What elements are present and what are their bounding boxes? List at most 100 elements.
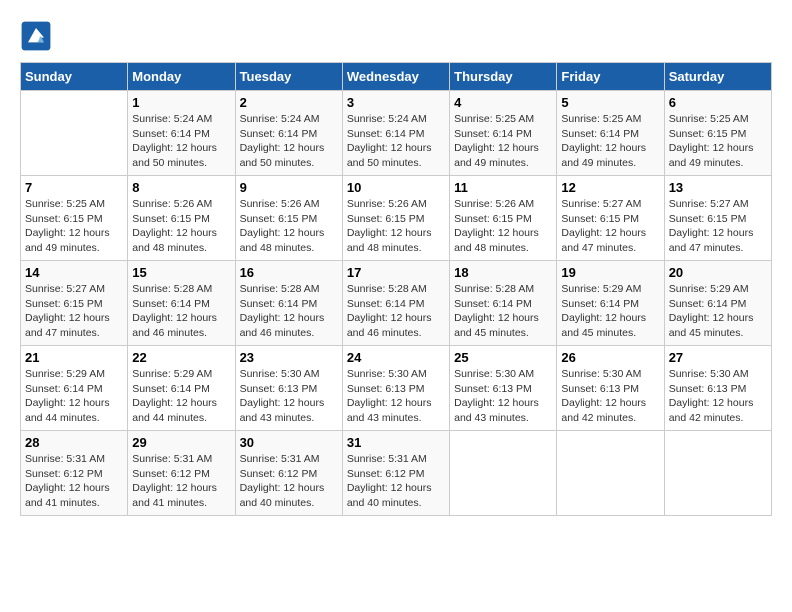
logo-icon (20, 20, 52, 52)
day-info: Sunrise: 5:28 AMSunset: 6:14 PMDaylight:… (240, 282, 338, 341)
day-number: 2 (240, 95, 338, 110)
calendar-cell: 19 Sunrise: 5:29 AMSunset: 6:14 PMDayligh… (557, 261, 664, 346)
day-info: Sunrise: 5:30 AMSunset: 6:13 PMDaylight:… (561, 367, 659, 426)
day-number: 25 (454, 350, 552, 365)
day-number: 9 (240, 180, 338, 195)
page-header (20, 20, 772, 52)
calendar-cell: 8 Sunrise: 5:26 AMSunset: 6:15 PMDaylight… (128, 176, 235, 261)
day-info: Sunrise: 5:30 AMSunset: 6:13 PMDaylight:… (240, 367, 338, 426)
calendar-day-header: Thursday (450, 63, 557, 91)
calendar-day-header: Friday (557, 63, 664, 91)
logo (20, 20, 58, 52)
day-info: Sunrise: 5:26 AMSunset: 6:15 PMDaylight:… (347, 197, 445, 256)
day-number: 5 (561, 95, 659, 110)
day-number: 19 (561, 265, 659, 280)
calendar-header-row: SundayMondayTuesdayWednesdayThursdayFrid… (21, 63, 772, 91)
calendar-cell: 7 Sunrise: 5:25 AMSunset: 6:15 PMDaylight… (21, 176, 128, 261)
calendar-week-row: 7 Sunrise: 5:25 AMSunset: 6:15 PMDaylight… (21, 176, 772, 261)
calendar-cell: 16 Sunrise: 5:28 AMSunset: 6:14 PMDayligh… (235, 261, 342, 346)
calendar-cell: 25 Sunrise: 5:30 AMSunset: 6:13 PMDayligh… (450, 346, 557, 431)
day-info: Sunrise: 5:26 AMSunset: 6:15 PMDaylight:… (132, 197, 230, 256)
calendar-cell: 30Sunrise: 5:31 AMSunset: 6:12 PMDayligh… (235, 431, 342, 516)
day-number: 27 (669, 350, 767, 365)
day-number: 14 (25, 265, 123, 280)
calendar-cell (21, 91, 128, 176)
calendar-cell: 5 Sunrise: 5:25 AMSunset: 6:14 PMDaylight… (557, 91, 664, 176)
day-info: Sunrise: 5:27 AMSunset: 6:15 PMDaylight:… (25, 282, 123, 341)
calendar-cell: 22 Sunrise: 5:29 AMSunset: 6:14 PMDayligh… (128, 346, 235, 431)
calendar-cell (664, 431, 771, 516)
calendar-cell: 6 Sunrise: 5:25 AMSunset: 6:15 PMDaylight… (664, 91, 771, 176)
day-number: 10 (347, 180, 445, 195)
day-number: 22 (132, 350, 230, 365)
calendar-cell: 23 Sunrise: 5:30 AMSunset: 6:13 PMDayligh… (235, 346, 342, 431)
day-number: 6 (669, 95, 767, 110)
day-number: 4 (454, 95, 552, 110)
day-info: Sunrise: 5:25 AMSunset: 6:15 PMDaylight:… (25, 197, 123, 256)
day-info: Sunrise: 5:27 AMSunset: 6:15 PMDaylight:… (561, 197, 659, 256)
day-info: Sunrise: 5:24 AMSunset: 6:14 PMDaylight:… (347, 112, 445, 171)
day-number: 15 (132, 265, 230, 280)
calendar-week-row: 1 Sunrise: 5:24 AMSunset: 6:14 PMDaylight… (21, 91, 772, 176)
day-info: Sunrise: 5:31 AMSunset: 6:12 PMDaylight:… (347, 452, 445, 511)
day-number: 21 (25, 350, 123, 365)
day-info: Sunrise: 5:29 AMSunset: 6:14 PMDaylight:… (561, 282, 659, 341)
day-number: 23 (240, 350, 338, 365)
day-number: 30 (240, 435, 338, 450)
calendar-week-row: 28 Sunrise: 5:31 AMSunset: 6:12 PMDayligh… (21, 431, 772, 516)
day-info: Sunrise: 5:24 AMSunset: 6:14 PMDaylight:… (240, 112, 338, 171)
day-number: 31 (347, 435, 445, 450)
calendar-cell: 1 Sunrise: 5:24 AMSunset: 6:14 PMDaylight… (128, 91, 235, 176)
day-info: Sunrise: 5:25 AMSunset: 6:14 PMDaylight:… (561, 112, 659, 171)
day-number: 7 (25, 180, 123, 195)
day-info: Sunrise: 5:30 AMSunset: 6:13 PMDaylight:… (454, 367, 552, 426)
day-number: 28 (25, 435, 123, 450)
day-info: Sunrise: 5:28 AMSunset: 6:14 PMDaylight:… (454, 282, 552, 341)
calendar-cell: 14 Sunrise: 5:27 AMSunset: 6:15 PMDayligh… (21, 261, 128, 346)
calendar-week-row: 21 Sunrise: 5:29 AMSunset: 6:14 PMDayligh… (21, 346, 772, 431)
day-info: Sunrise: 5:26 AMSunset: 6:15 PMDaylight:… (454, 197, 552, 256)
day-number: 3 (347, 95, 445, 110)
day-info: Sunrise: 5:31 AMSunset: 6:12 PMDaylight:… (25, 452, 123, 511)
calendar-cell: 18Sunrise: 5:28 AMSunset: 6:14 PMDayligh… (450, 261, 557, 346)
calendar-cell: 13 Sunrise: 5:27 AMSunset: 6:15 PMDayligh… (664, 176, 771, 261)
calendar-cell: 21 Sunrise: 5:29 AMSunset: 6:14 PMDayligh… (21, 346, 128, 431)
calendar-cell: 20Sunrise: 5:29 AMSunset: 6:14 PMDayligh… (664, 261, 771, 346)
calendar-week-row: 14 Sunrise: 5:27 AMSunset: 6:15 PMDayligh… (21, 261, 772, 346)
calendar-cell: 17 Sunrise: 5:28 AMSunset: 6:14 PMDayligh… (342, 261, 449, 346)
day-info: Sunrise: 5:28 AMSunset: 6:14 PMDaylight:… (347, 282, 445, 341)
calendar-day-header: Sunday (21, 63, 128, 91)
day-number: 12 (561, 180, 659, 195)
day-number: 29 (132, 435, 230, 450)
day-info: Sunrise: 5:24 AMSunset: 6:14 PMDaylight:… (132, 112, 230, 171)
day-number: 11 (454, 180, 552, 195)
calendar-cell (450, 431, 557, 516)
calendar-cell: 31 Sunrise: 5:31 AMSunset: 6:12 PMDayligh… (342, 431, 449, 516)
day-number: 16 (240, 265, 338, 280)
calendar-cell (557, 431, 664, 516)
calendar-cell: 10 Sunrise: 5:26 AMSunset: 6:15 PMDayligh… (342, 176, 449, 261)
day-number: 17 (347, 265, 445, 280)
calendar-table: SundayMondayTuesdayWednesdayThursdayFrid… (20, 62, 772, 516)
day-info: Sunrise: 5:25 AMSunset: 6:15 PMDaylight:… (669, 112, 767, 171)
day-info: Sunrise: 5:29 AMSunset: 6:14 PMDaylight:… (25, 367, 123, 426)
calendar-cell: 29Sunrise: 5:31 AMSunset: 6:12 PMDayligh… (128, 431, 235, 516)
calendar-cell: 4 Sunrise: 5:25 AMSunset: 6:14 PMDaylight… (450, 91, 557, 176)
calendar-cell: 24Sunrise: 5:30 AMSunset: 6:13 PMDayligh… (342, 346, 449, 431)
day-number: 13 (669, 180, 767, 195)
day-number: 26 (561, 350, 659, 365)
calendar-cell: 28 Sunrise: 5:31 AMSunset: 6:12 PMDayligh… (21, 431, 128, 516)
calendar-cell: 12 Sunrise: 5:27 AMSunset: 6:15 PMDayligh… (557, 176, 664, 261)
day-info: Sunrise: 5:30 AMSunset: 6:13 PMDaylight:… (669, 367, 767, 426)
calendar-cell: 9Sunrise: 5:26 AMSunset: 6:15 PMDaylight… (235, 176, 342, 261)
day-info: Sunrise: 5:30 AMSunset: 6:13 PMDaylight:… (347, 367, 445, 426)
calendar-cell: 3 Sunrise: 5:24 AMSunset: 6:14 PMDaylight… (342, 91, 449, 176)
day-info: Sunrise: 5:27 AMSunset: 6:15 PMDaylight:… (669, 197, 767, 256)
day-number: 1 (132, 95, 230, 110)
calendar-day-header: Monday (128, 63, 235, 91)
calendar-cell: 27 Sunrise: 5:30 AMSunset: 6:13 PMDayligh… (664, 346, 771, 431)
day-number: 8 (132, 180, 230, 195)
calendar-day-header: Wednesday (342, 63, 449, 91)
day-info: Sunrise: 5:29 AMSunset: 6:14 PMDaylight:… (132, 367, 230, 426)
day-info: Sunrise: 5:25 AMSunset: 6:14 PMDaylight:… (454, 112, 552, 171)
